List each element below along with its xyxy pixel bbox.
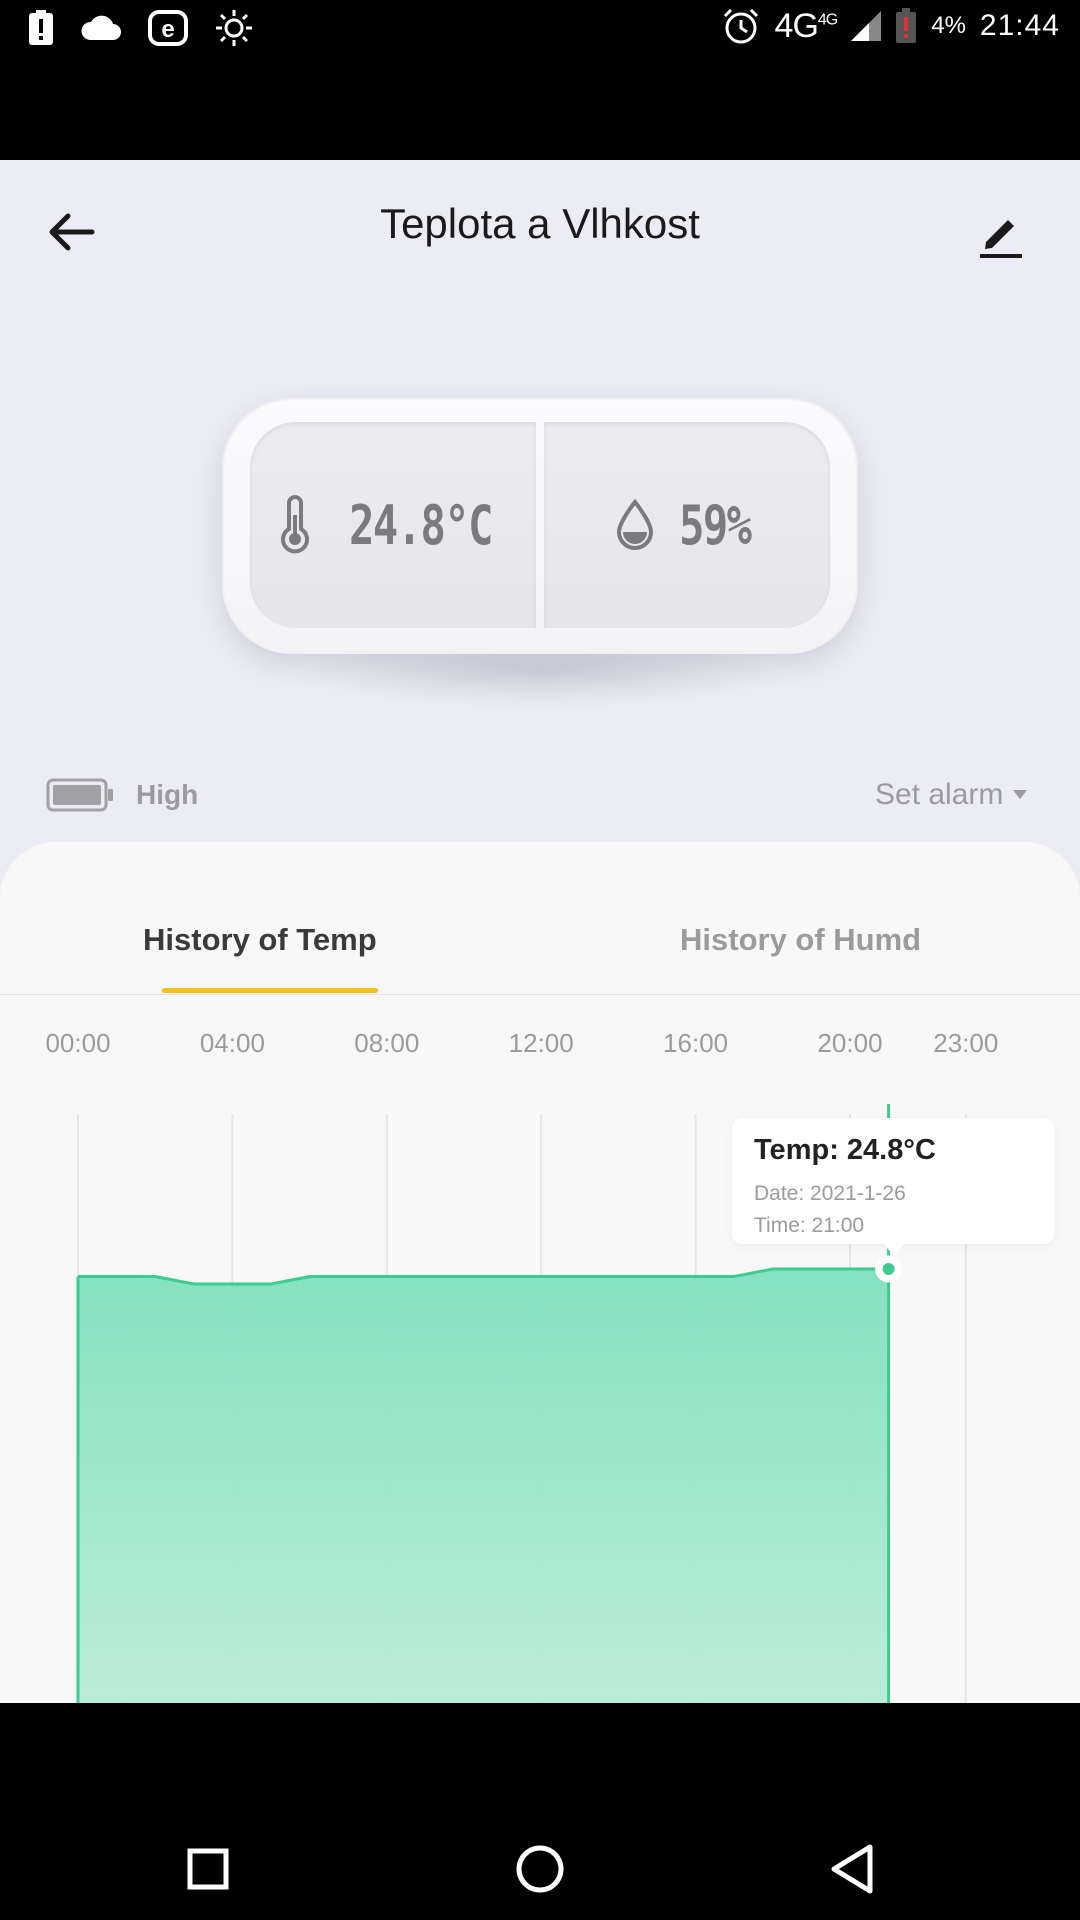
e-icon: e xyxy=(148,10,188,46)
network-type: 4G4G xyxy=(774,6,839,45)
water-drop-icon xyxy=(617,498,654,550)
battery-label: High xyxy=(136,779,199,810)
x-tick-label: 00:00 xyxy=(45,1028,111,1058)
navigation-bar xyxy=(0,1703,1080,1920)
sensor-device-display: 24.8°C 59% xyxy=(222,398,858,654)
x-tick-label: 23:00 xyxy=(933,1028,999,1058)
tab-divider xyxy=(0,994,1080,995)
x-tick-label: 08:00 xyxy=(354,1028,420,1058)
set-alarm-label: Set alarm xyxy=(875,778,1004,811)
thermometer-icon xyxy=(281,495,310,554)
circle-icon[interactable] xyxy=(514,1843,566,1895)
dropdown-caret-icon xyxy=(1013,790,1028,799)
tooltip-time: Time: 21:00 xyxy=(754,1214,865,1237)
pencil-icon[interactable] xyxy=(972,204,1032,264)
highlighted-point-center xyxy=(882,1263,895,1275)
active-tab-indicator xyxy=(162,988,378,993)
signal-icon xyxy=(851,11,882,41)
tooltip-arrow xyxy=(882,1242,906,1256)
battery-low-icon xyxy=(896,8,917,43)
battery-full-icon xyxy=(46,778,113,812)
status-icons-left: e xyxy=(28,8,254,48)
page-title: Teplota a Vlhkost xyxy=(380,200,700,247)
chart-tooltip: Temp: 24.8°C Date: 2021-1-26 Time: 21:00 xyxy=(732,1118,1054,1256)
tooltip-date: Date: 2021-1-26 xyxy=(754,1182,906,1205)
battery-percent: 4% xyxy=(931,12,966,39)
cloud-icon xyxy=(81,15,121,41)
humidity-panel: 59% xyxy=(544,422,830,628)
svg-text:e: e xyxy=(161,16,174,43)
top-bar: Teplota a Vlhkost xyxy=(0,160,1080,290)
status-icons-right: 4G4G 4% 21:44 xyxy=(721,6,1060,46)
status-bar: e 4G4G 4% 21:44 xyxy=(0,0,1080,60)
square-icon[interactable] xyxy=(186,1847,230,1891)
x-tick-label: 12:00 xyxy=(508,1028,574,1058)
alert-icon xyxy=(29,10,53,45)
history-sheet: History of Temp History of Humd 00:00 04:… xyxy=(0,842,1080,1703)
humidity-value: 59% xyxy=(679,493,752,557)
x-tick-label: 16:00 xyxy=(663,1028,729,1058)
temperature-value: 24.8°C xyxy=(349,493,494,557)
triangle-back-icon[interactable] xyxy=(828,1843,876,1895)
clock-time: 21:44 xyxy=(979,9,1060,42)
series-area xyxy=(78,1269,889,1703)
tooltip-title: Temp: 24.8°C xyxy=(754,1134,936,1166)
alarm-clock-icon xyxy=(723,8,758,44)
set-alarm-button[interactable]: Set alarm xyxy=(875,778,1028,812)
tab-history-humd[interactable]: History of Humd xyxy=(680,922,921,958)
tab-history-temp[interactable]: History of Temp xyxy=(143,922,377,958)
temperature-panel: 24.8°C xyxy=(250,422,536,628)
sun-icon xyxy=(216,10,252,46)
app-screen: Teplota a Vlhkost 24.8°C 59% High Set al… xyxy=(0,160,1080,1703)
battery-status: High xyxy=(46,778,198,812)
x-tick-label: 20:00 xyxy=(817,1028,883,1058)
x-tick-label: 04:00 xyxy=(199,1028,265,1058)
